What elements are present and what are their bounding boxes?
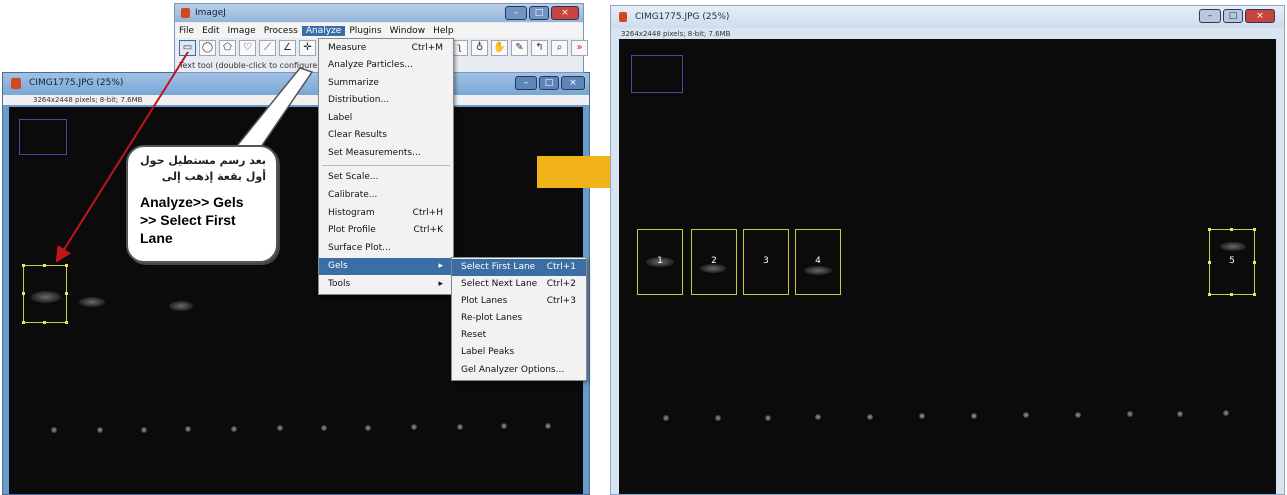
lane-label: 2: [711, 256, 717, 266]
callout-english-line-3: Lane: [140, 230, 173, 246]
right-window-title: CIMG1775.JPG (25%): [635, 12, 730, 22]
right-minimize-button[interactable]: –: [1199, 9, 1221, 23]
imagej-app-icon: [619, 12, 627, 22]
lane-box-5[interactable]: 5: [1209, 229, 1255, 295]
lane-box-4[interactable]: 4: [795, 229, 841, 295]
callout-english-line-1: Analyze>> Gels: [140, 194, 244, 210]
right-image-info: 3264x2448 pixels; 8-bit; 7.6MB: [621, 30, 731, 38]
lane-box-3[interactable]: 3: [743, 229, 789, 295]
right-close-button[interactable]: ×: [1245, 9, 1275, 23]
callout-arabic-line-1: بعد رسم مستطيل حول: [140, 154, 266, 167]
instruction-callout: بعد رسم مستطيل حول أول بقعة إذهب إلى Ana…: [126, 145, 278, 263]
right-maximize-button[interactable]: □: [1223, 9, 1243, 23]
right-gel-image-canvas[interactable]: 1 2 3 4 5: [619, 39, 1276, 494]
right-window-titlebar[interactable]: CIMG1775.JPG (25%) – □ ×: [611, 6, 1284, 28]
lane-label: 5: [1229, 256, 1235, 266]
lane-label: 3: [763, 256, 769, 266]
lane-label: 1: [657, 256, 663, 266]
right-image-window: CIMG1775.JPG (25%) – □ × 3264x2448 pixel…: [610, 5, 1285, 495]
callout-english-line-2: >> Select First: [140, 212, 236, 228]
lane-label: 4: [815, 256, 821, 266]
lane-box-2[interactable]: 2: [691, 229, 737, 295]
callout-arabic-line-2: أول بقعة إذهب إلى: [161, 170, 266, 183]
right-selection-box: [631, 55, 683, 93]
lane-box-1[interactable]: 1: [637, 229, 683, 295]
